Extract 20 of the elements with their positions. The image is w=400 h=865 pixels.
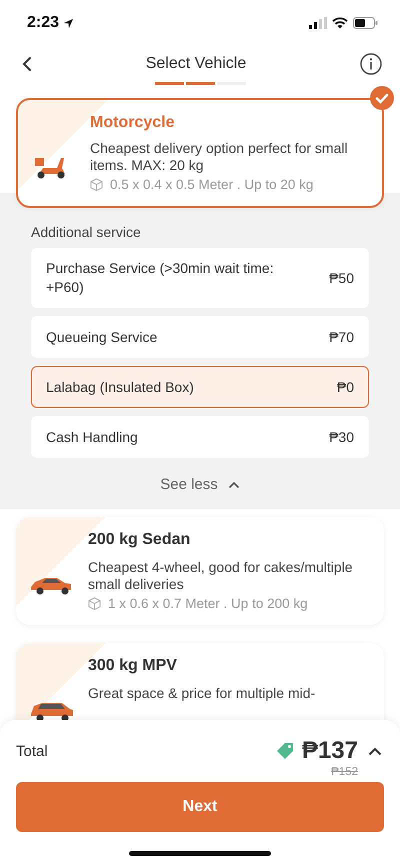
- vehicle-size: 1 x 0.6 x 0.7 Meter . Up to 200 kg: [108, 596, 308, 611]
- service-price: ₱0: [336, 379, 354, 395]
- status-time: 2:23: [27, 14, 60, 32]
- service-name: Cash Handling: [46, 428, 138, 446]
- service-price: ₱50: [329, 270, 354, 286]
- original-price: ₱152: [331, 766, 358, 780]
- vehicle-description: Great space & price for multiple mid-: [88, 685, 316, 702]
- vehicle-description: Cheapest delivery option perfect for small items. MAX: 20 kg: [90, 140, 349, 174]
- service-price: ₱30: [329, 429, 354, 445]
- vehicle-size: 0.5 x 0.4 x 0.5 Meter . Up to 20 kg: [110, 177, 314, 192]
- vehicle-name: Motorcycle: [90, 114, 176, 132]
- section-label: Additional service: [31, 224, 142, 240]
- service-name: Lalabag (Insulated Box): [46, 378, 194, 396]
- vehicle-name: 200 kg Sedan: [88, 531, 192, 549]
- vehicle-description: Cheapest 4-wheel, good for cakes/multiple small deliveries: [88, 559, 354, 593]
- service-name: Queueing Service: [46, 328, 158, 346]
- service-name: Purchase Service (>30min wait time: +P60): [46, 259, 275, 297]
- vehicle-name: 300 kg MPV: [88, 657, 178, 675]
- page-title: Select Vehicle: [146, 55, 246, 73]
- service-price: ₱70: [329, 329, 354, 345]
